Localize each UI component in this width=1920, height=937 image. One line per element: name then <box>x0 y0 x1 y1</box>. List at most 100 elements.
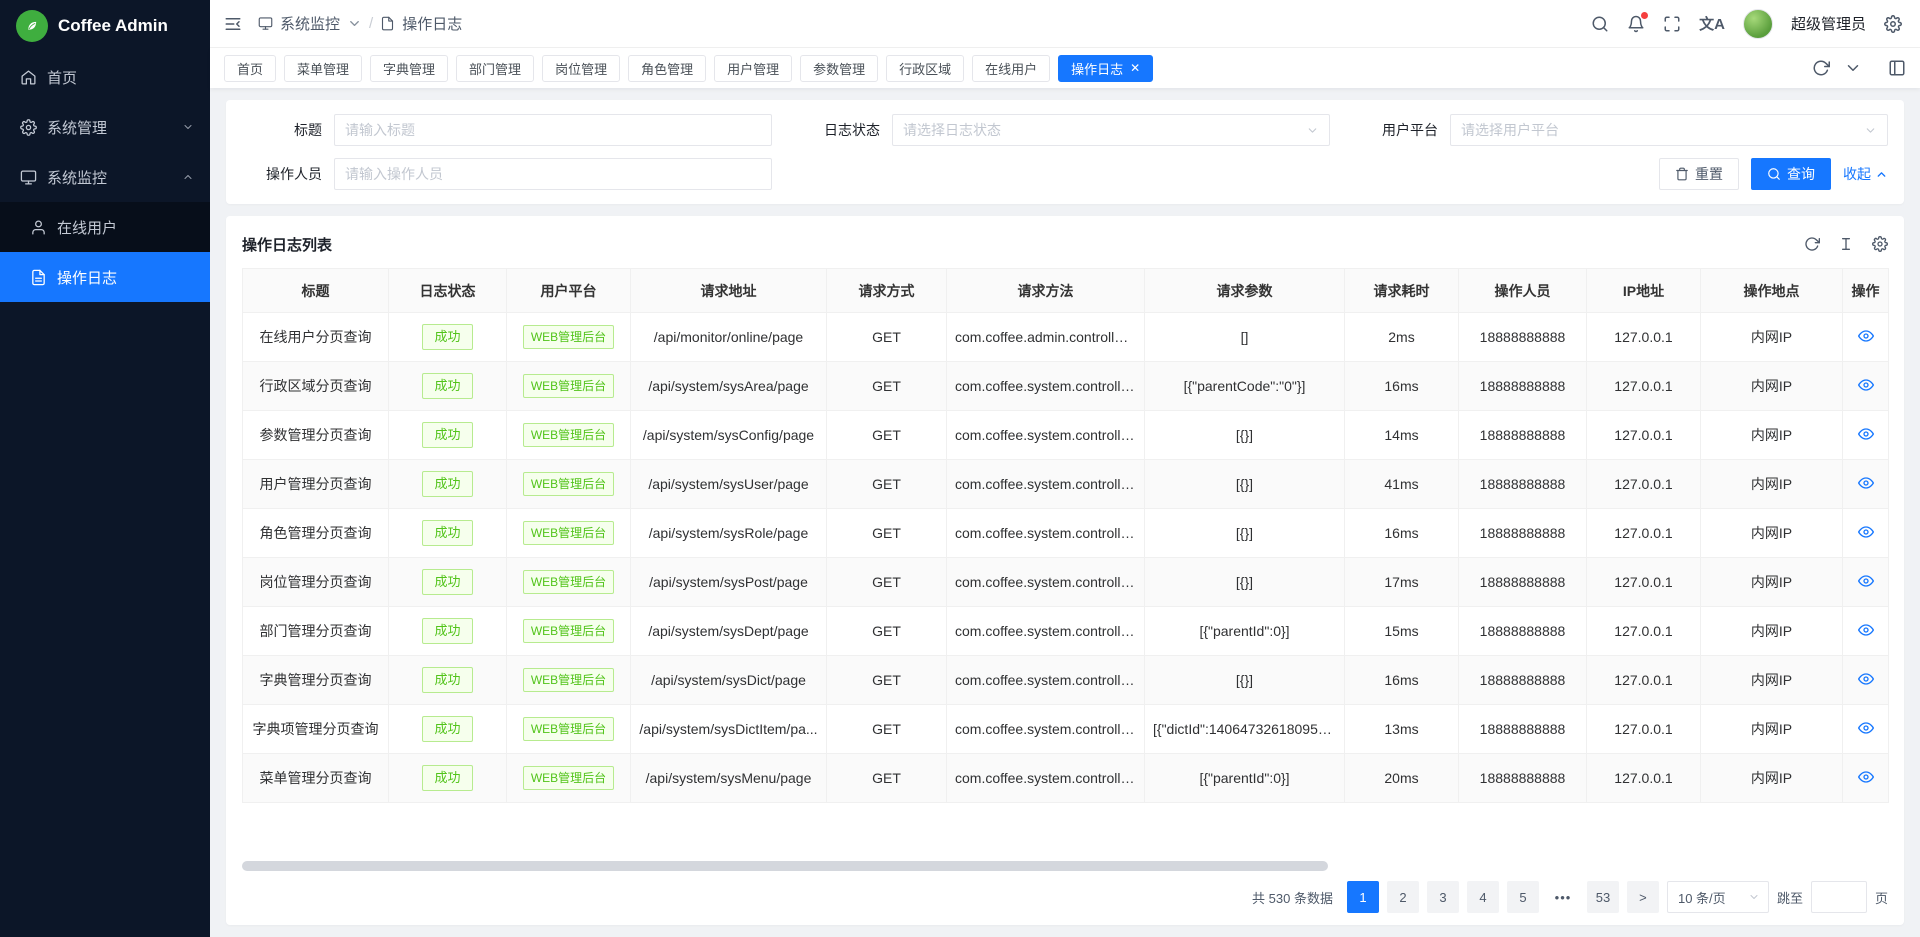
platform-badge: WEB管理后台 <box>523 570 614 594</box>
gear-icon[interactable] <box>1884 15 1902 33</box>
sidebar-item-operation-logs[interactable]: 操作日志 <box>0 252 210 302</box>
page-button[interactable]: 5 <box>1507 881 1539 913</box>
column-header: 请求参数 <box>1145 269 1345 313</box>
page-button[interactable]: 4 <box>1467 881 1499 913</box>
cell-action <box>1843 509 1889 558</box>
sidebar-item-online-users[interactable]: 在线用户 <box>0 202 210 252</box>
density-icon[interactable] <box>1838 236 1854 252</box>
fullscreen-icon[interactable] <box>1663 15 1681 33</box>
cell-params: [] <box>1145 313 1345 362</box>
tab-close-icon[interactable]: ✕ <box>1130 62 1140 74</box>
app-logo[interactable]: Coffee Admin <box>0 0 210 52</box>
eye-icon[interactable] <box>1858 671 1874 687</box>
cell-url: /api/monitor/online/page <box>631 313 827 362</box>
cell-method: GET <box>827 656 947 705</box>
next-page-button[interactable]: > <box>1627 881 1659 913</box>
cell-title: 部门管理分页查询 <box>243 607 389 656</box>
tab-item[interactable]: 菜单管理 <box>284 55 362 82</box>
status-select[interactable]: 请选择日志状态 <box>892 114 1330 146</box>
notification-dot <box>1641 12 1648 19</box>
operator-label: 操作人员 <box>242 164 322 184</box>
page-button[interactable]: 1 <box>1347 881 1379 913</box>
operator-field: 操作人员 <box>242 158 772 190</box>
eye-icon[interactable] <box>1858 720 1874 736</box>
cell-params: [{}] <box>1145 656 1345 705</box>
eye-icon[interactable] <box>1858 426 1874 442</box>
refresh-icon[interactable] <box>1812 59 1830 77</box>
cell-location: 内网IP <box>1701 705 1843 754</box>
collapse-link[interactable]: 收起 <box>1843 164 1888 184</box>
eye-icon[interactable] <box>1858 573 1874 589</box>
log-table-row: 参数管理分页查询成功WEB管理后台/api/system/sysConfig/p… <box>243 411 1889 460</box>
cell-ip: 127.0.0.1 <box>1587 558 1701 607</box>
sidebar-item-system-monitor[interactable]: 系统监控 <box>0 152 210 202</box>
tab-item[interactable]: 部门管理 <box>456 55 534 82</box>
column-header: 请求方式 <box>827 269 947 313</box>
sidebar-item-system-management[interactable]: 系统管理 <box>0 102 210 152</box>
page-size-select[interactable]: 10 条/页 <box>1667 881 1769 913</box>
tab-item[interactable]: 参数管理 <box>800 55 878 82</box>
avatar[interactable] <box>1743 9 1773 39</box>
column-header: 标题 <box>243 269 389 313</box>
cell-operator: 18888888888 <box>1459 460 1587 509</box>
cell-location: 内网IP <box>1701 509 1843 558</box>
eye-icon[interactable] <box>1858 769 1874 785</box>
horizontal-scrollbar-thumb[interactable] <box>242 861 1328 871</box>
gear-icon[interactable] <box>1872 236 1888 252</box>
eye-icon[interactable] <box>1858 377 1874 393</box>
refresh-icon[interactable] <box>1804 236 1820 252</box>
tab-bar-controls <box>1812 59 1906 77</box>
tab-item[interactable]: 操作日志✕ <box>1058 55 1153 82</box>
tab-item[interactable]: 用户管理 <box>714 55 792 82</box>
platform-badge: WEB管理后台 <box>523 717 614 741</box>
operator-input[interactable] <box>345 166 761 182</box>
breadcrumb-parent[interactable]: 系统监控 <box>280 13 340 34</box>
tab-item[interactable]: 行政区域 <box>886 55 964 82</box>
search-icon[interactable] <box>1591 15 1609 33</box>
platform-select[interactable]: 请选择用户平台 <box>1450 114 1888 146</box>
sidebar-menu: 首页 系统管理 系统监控 在线用户 操作日志 <box>0 52 210 302</box>
platform-badge: WEB管理后台 <box>523 521 614 545</box>
reset-button[interactable]: 重置 <box>1659 158 1739 190</box>
cell-action <box>1843 607 1889 656</box>
cell-handler: com.coffee.system.controlle... <box>947 656 1145 705</box>
cell-method: GET <box>827 411 947 460</box>
cell-title: 岗位管理分页查询 <box>243 558 389 607</box>
title-input[interactable] <box>345 122 761 138</box>
cell-location: 内网IP <box>1701 411 1843 460</box>
page-button[interactable]: 2 <box>1387 881 1419 913</box>
menu-fold-icon[interactable] <box>224 15 242 33</box>
tab-item[interactable]: 在线用户 <box>972 55 1050 82</box>
jump-page-input[interactable] <box>1811 881 1867 913</box>
tab-item[interactable]: 角色管理 <box>628 55 706 82</box>
header-actions: 文A 超级管理员 <box>1591 9 1902 39</box>
page-list: 12345•••53 <box>1347 881 1619 913</box>
log-table-row: 字典项管理分页查询成功WEB管理后台/api/system/sysDictIte… <box>243 705 1889 754</box>
page-button[interactable]: 53 <box>1587 881 1619 913</box>
cell-method: GET <box>827 607 947 656</box>
chevron-down-icon[interactable] <box>1844 59 1862 77</box>
eye-icon[interactable] <box>1858 475 1874 491</box>
cell-duration: 13ms <box>1345 705 1459 754</box>
tab-item[interactable]: 首页 <box>224 55 276 82</box>
bell-icon[interactable] <box>1627 15 1645 33</box>
query-button[interactable]: 查询 <box>1751 158 1831 190</box>
tab-item[interactable]: 岗位管理 <box>542 55 620 82</box>
current-user-name[interactable]: 超级管理员 <box>1791 13 1866 34</box>
cell-method: GET <box>827 509 947 558</box>
translate-icon[interactable]: 文A <box>1699 13 1725 34</box>
layout-icon[interactable] <box>1888 59 1906 77</box>
eye-icon[interactable] <box>1858 622 1874 638</box>
cell-platform: WEB管理后台 <box>507 313 631 362</box>
sidebar-item-home[interactable]: 首页 <box>0 52 210 102</box>
file-text-icon <box>380 16 395 31</box>
eye-icon[interactable] <box>1858 328 1874 344</box>
log-table: 标题日志状态用户平台请求地址请求方式请求方法请求参数请求耗时操作人员IP地址操作… <box>242 268 1889 803</box>
log-table-row: 字典管理分页查询成功WEB管理后台/api/system/sysDict/pag… <box>243 656 1889 705</box>
cell-title: 参数管理分页查询 <box>243 411 389 460</box>
tab-item[interactable]: 字典管理 <box>370 55 448 82</box>
chevron-up-icon <box>1875 168 1888 181</box>
cell-operator: 18888888888 <box>1459 754 1587 803</box>
page-button[interactable]: 3 <box>1427 881 1459 913</box>
eye-icon[interactable] <box>1858 524 1874 540</box>
